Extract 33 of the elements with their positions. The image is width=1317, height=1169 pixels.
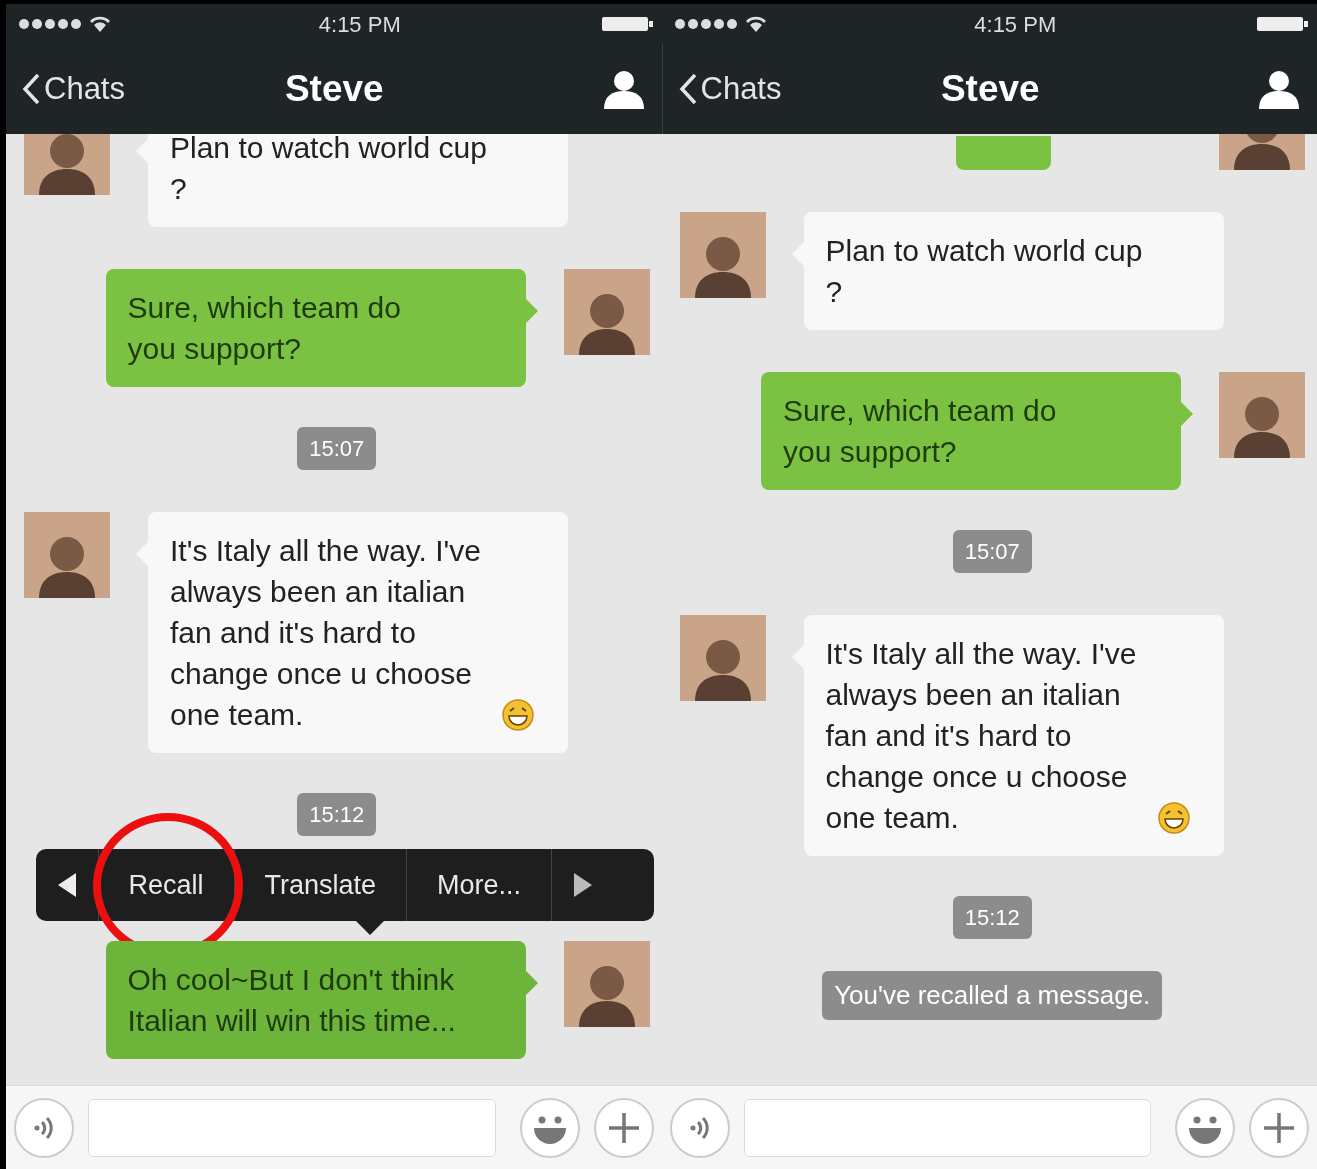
system-notice: You've recalled a message.: [822, 971, 1163, 1020]
chevron-left-icon: [678, 73, 697, 105]
message-text: Plan to watch world cup ?: [170, 134, 487, 205]
chat-title: Steve: [940, 67, 1040, 112]
menu-item[interactable]: Translate: [233, 849, 407, 921]
back-button[interactable]: Chats: [22, 65, 125, 113]
message-text: Oh cool~But I don't think Italian will win this time...: [127, 963, 456, 1037]
timestamp: 15:07: [952, 530, 1032, 573]
message-text: Sure, which team do you support?: [783, 394, 1057, 468]
battery-icon: [1257, 15, 1309, 33]
battery-icon: [601, 15, 654, 33]
plus-icon: [1262, 1110, 1296, 1145]
status-time: 4:15 PM: [974, 10, 1057, 39]
chat-title: Steve: [284, 67, 384, 112]
person-icon[interactable]: [603, 69, 644, 109]
timestamp: 15:12: [952, 896, 1032, 939]
message-input[interactable]: [88, 1098, 496, 1157]
back-button[interactable]: Chats: [678, 65, 782, 113]
menu-item[interactable]: More...: [406, 849, 552, 921]
timestamp: 15:07: [297, 427, 377, 470]
plus-icon: [606, 1110, 641, 1145]
person-icon[interactable]: [1259, 69, 1299, 109]
triangle-left-icon: [57, 873, 76, 897]
message-text: It's Italy all the way. I've always been an italian fan and it's hard to change once u choose one team.: [170, 533, 482, 733]
triangle-right-icon: [573, 873, 592, 897]
status-time: 4:15 PM: [318, 10, 401, 39]
message-text: Sure, which team do you support?: [127, 291, 401, 365]
message-text: It's Italy all the way. I've always been an italian fan and it's hard to change once u choose one team.: [825, 636, 1138, 836]
menu-item[interactable]: Recall: [97, 849, 234, 921]
message-text: Plan to watch world cup ?: [825, 234, 1143, 308]
timestamp: 15:12: [297, 793, 377, 836]
message-input[interactable]: [743, 1098, 1151, 1157]
chevron-left-icon: [22, 73, 40, 105]
